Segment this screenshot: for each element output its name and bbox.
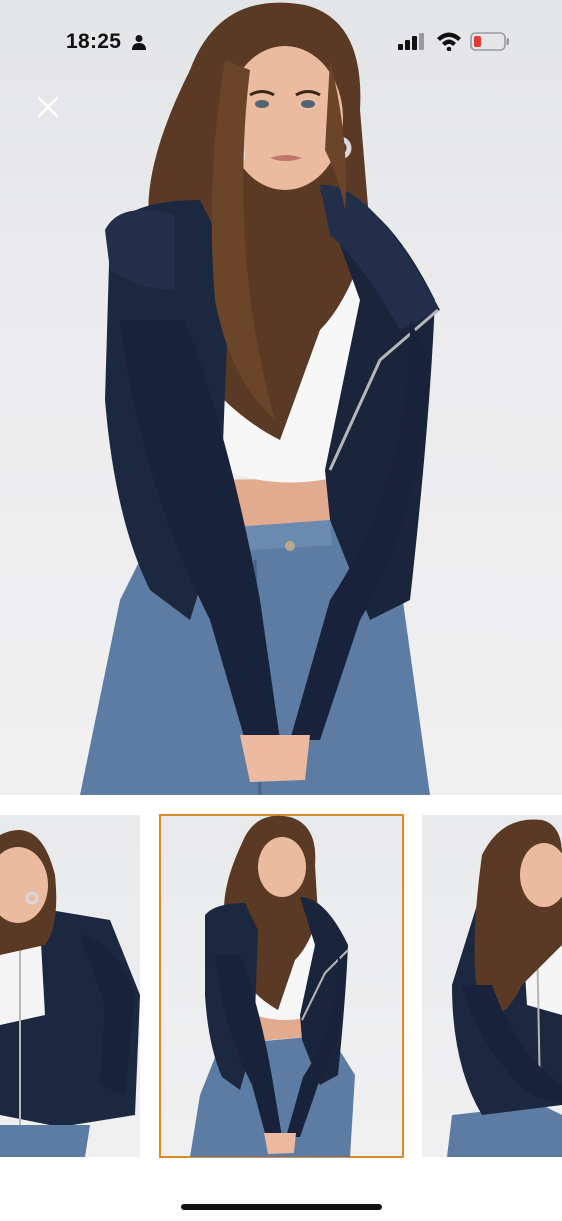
close-button[interactable] bbox=[33, 92, 63, 122]
battery-low-icon bbox=[470, 32, 510, 56]
close-icon bbox=[37, 96, 59, 118]
model-photo bbox=[80, 2, 440, 795]
thumbnail-2-selected[interactable] bbox=[159, 814, 404, 1158]
status-bar: 18:25 bbox=[0, 0, 562, 80]
person-icon bbox=[131, 34, 147, 55]
thumbnail-photo-2 bbox=[190, 815, 355, 1157]
thumbnail-1[interactable] bbox=[0, 815, 140, 1157]
thumbnail-photo-1 bbox=[0, 830, 140, 1157]
thumbnail-strip bbox=[0, 795, 562, 1180]
status-time: 18:25 bbox=[66, 30, 122, 53]
home-indicator[interactable] bbox=[181, 1204, 382, 1210]
main-product-image[interactable] bbox=[0, 0, 562, 795]
thumbnail-3[interactable] bbox=[422, 815, 562, 1157]
wifi-icon bbox=[436, 31, 462, 56]
cellular-signal-icon bbox=[398, 33, 426, 55]
thumbnail-photo-3 bbox=[447, 819, 562, 1157]
